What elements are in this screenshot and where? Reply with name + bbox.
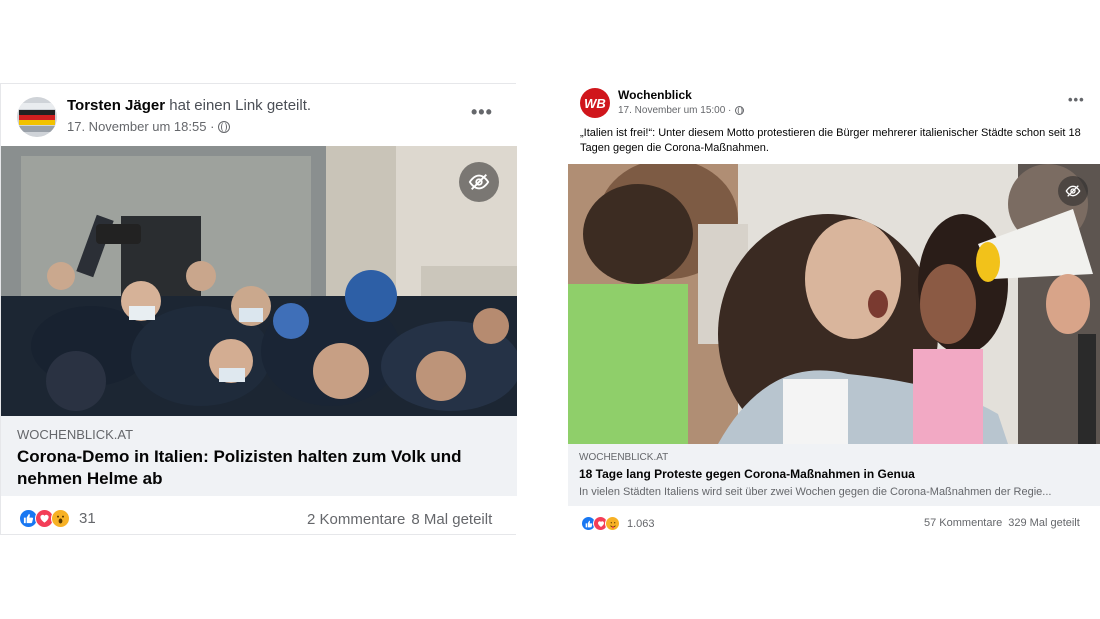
post-timestamp[interactable]: 17. November um 18:55 · — [67, 119, 214, 134]
page-logo: WB — [584, 95, 606, 111]
post-text: „Italien ist frei!“: Unter diesem Motto … — [580, 127, 1081, 154]
hidden-image-icon[interactable] — [459, 162, 499, 202]
comments-count[interactable]: 57 Kommentare — [924, 517, 1002, 529]
facebook-post-wochenblick: WB Wochenblick 17. November um 15:00 · •… — [568, 84, 1100, 536]
shared-action-text: hat einen Link geteilt. — [169, 97, 312, 114]
post-meta: 17. November um 18:55 · — [67, 119, 231, 134]
wow-reaction-icon — [51, 509, 70, 528]
post-image[interactable] — [568, 164, 1100, 444]
post-meta: 17. November um 15:00 · — [618, 105, 745, 116]
reaction-summary[interactable]: 1.063 — [581, 516, 655, 531]
shares-count[interactable]: 8 Mal geteilt — [411, 511, 492, 528]
reaction-summary[interactable]: 31 — [19, 509, 96, 528]
more-icon[interactable]: ••• — [1068, 92, 1085, 107]
hidden-image-icon[interactable] — [1058, 176, 1088, 206]
link-domain: WOCHENBLICK.AT — [17, 427, 134, 442]
facebook-post-torsten: Torsten Jäger hat einen Link geteilt. 17… — [0, 83, 517, 535]
link-preview[interactable]: WOCHENBLICK.AT Corona-Demo in Italien: P… — [1, 416, 517, 496]
author-line: Torsten Jäger hat einen Link geteilt. — [67, 97, 311, 114]
globe-icon — [218, 120, 231, 133]
link-title[interactable]: Corona-Demo in Italien: Polizisten halte… — [17, 446, 487, 490]
reaction-count: 1.063 — [627, 517, 655, 530]
more-icon[interactable]: ••• — [471, 102, 493, 123]
post-timestamp[interactable]: 17. November um 15:00 · — [618, 105, 731, 116]
link-title[interactable]: 18 Tage lang Proteste gegen Corona-Maßna… — [579, 467, 1089, 483]
comments-count[interactable]: 2 Kommentare — [307, 511, 405, 528]
author-name[interactable]: Torsten Jäger — [67, 97, 165, 114]
shares-count[interactable]: 329 Mal geteilt — [1008, 517, 1080, 529]
link-domain: WOCHENBLICK.AT — [579, 452, 669, 463]
post-image[interactable] — [1, 146, 517, 416]
globe-icon — [735, 106, 745, 115]
page-avatar[interactable]: WB — [580, 88, 610, 118]
link-preview[interactable]: WOCHENBLICK.AT 18 Tage lang Proteste geg… — [568, 444, 1100, 506]
engagement-stats: 2 Kommentare 8 Mal geteilt — [307, 511, 492, 528]
care-reaction-icon — [605, 516, 620, 531]
reaction-count: 31 — [79, 510, 96, 527]
link-description: In vielen Städten Italiens wird seit übe… — [579, 486, 1052, 498]
engagement-stats: 57 Kommentare 329 Mal geteilt — [924, 517, 1080, 529]
page-name[interactable]: Wochenblick — [618, 88, 692, 102]
author-avatar[interactable] — [17, 97, 57, 137]
